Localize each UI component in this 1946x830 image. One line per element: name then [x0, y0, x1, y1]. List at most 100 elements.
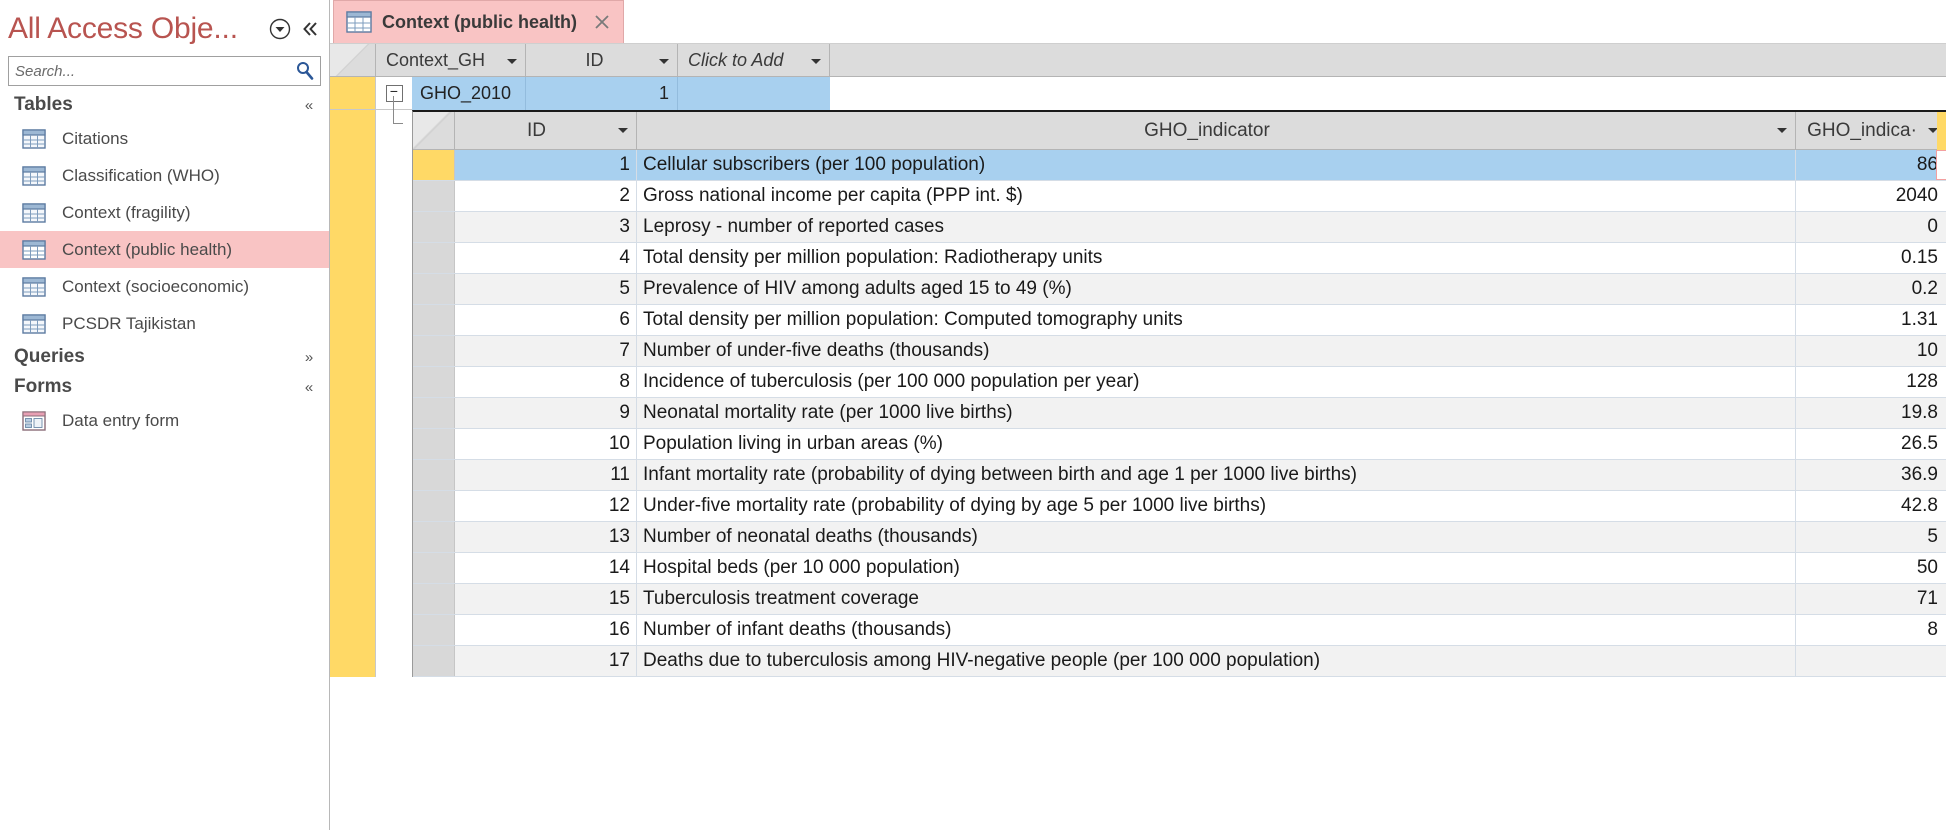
chevron-down-icon[interactable]: [501, 50, 519, 71]
cell-gho-indicator[interactable]: Tuberculosis treatment coverage: [637, 584, 1796, 614]
table-row[interactable]: 15 Tuberculosis treatment coverage 71: [413, 584, 1946, 615]
sidebar-item-classification-who[interactable]: Classification (WHO): [0, 157, 329, 194]
group-header-tables[interactable]: Tables «: [0, 90, 329, 120]
group-header-forms[interactable]: Forms «: [0, 372, 329, 402]
cell-gho-indicator[interactable]: Leprosy - number of reported cases: [637, 212, 1796, 242]
cell-gho-indicator-value[interactable]: 8: [1796, 615, 1946, 645]
cell-id[interactable]: 10: [455, 429, 637, 459]
row-selector[interactable]: [413, 429, 455, 459]
table-row[interactable]: 7 Number of under-five deaths (thousands)…: [413, 336, 1946, 367]
table-row[interactable]: 4 Total density per million population: R…: [413, 243, 1946, 274]
cell-gho-indicator-value[interactable]: 19.8: [1796, 398, 1946, 428]
table-row[interactable]: 2 Gross national income per capita (PPP i…: [413, 181, 1946, 212]
cell-id[interactable]: 16: [455, 615, 637, 645]
cell-gho-indicator-value[interactable]: 0: [1796, 212, 1946, 242]
cell-id[interactable]: 8: [455, 367, 637, 397]
cell-click-to-add[interactable]: [678, 77, 830, 110]
cell-id[interactable]: 5: [455, 274, 637, 304]
row-selector[interactable]: [413, 398, 455, 428]
row-selector[interactable]: [413, 274, 455, 304]
table-row[interactable]: 12 Under-five mortality rate (probability…: [413, 491, 1946, 522]
chevron-down-icon[interactable]: [610, 123, 630, 138]
cell-gho-indicator-value[interactable]: 5: [1796, 522, 1946, 552]
row-selector[interactable]: [330, 77, 376, 110]
collapse-icon[interactable]: −: [385, 84, 403, 102]
cell-gho-indicator[interactable]: Gross national income per capita (PPP in…: [637, 181, 1796, 211]
column-header-id[interactable]: ID: [526, 44, 678, 76]
row-selector[interactable]: [413, 646, 455, 676]
table-row[interactable]: 6 Total density per million population: C…: [413, 305, 1946, 336]
group-header-queries[interactable]: Queries »: [0, 342, 329, 372]
cell-gho-indicator[interactable]: Prevalence of HIV among adults aged 15 t…: [637, 274, 1796, 304]
table-row[interactable]: 8 Incidence of tuberculosis (per 100 000 …: [413, 367, 1946, 398]
cell-gho-indicator-value[interactable]: 0.15: [1796, 243, 1946, 273]
column-header-id[interactable]: ID: [455, 112, 637, 149]
cell-gho-indicator[interactable]: Deaths due to tuberculosis among HIV-neg…: [637, 646, 1796, 676]
search-input[interactable]: [9, 62, 290, 80]
tab-context-public-health[interactable]: Context (public health): [333, 0, 624, 43]
expand-toggle[interactable]: −: [376, 77, 412, 110]
cell-id[interactable]: 3: [455, 212, 637, 242]
select-all-corner[interactable]: [413, 112, 455, 149]
cell-gho-indicator[interactable]: Cellular subscribers (per 100 population…: [637, 150, 1796, 180]
cell-id[interactable]: 2: [455, 181, 637, 211]
chevron-up-icon[interactable]: «: [299, 97, 319, 114]
cell-gho-indicator[interactable]: Total density per million population: Co…: [637, 305, 1796, 335]
sidebar-item-context-public-health[interactable]: Context (public health): [0, 231, 329, 268]
sidebar-item-context-fragility[interactable]: Context (fragility): [0, 194, 329, 231]
cell-gho-indicator[interactable]: Neonatal mortality rate (per 1000 live b…: [637, 398, 1796, 428]
row-selector[interactable]: [413, 584, 455, 614]
cell-id[interactable]: 12: [455, 491, 637, 521]
cell-gho-indicator-value[interactable]: 86: [1796, 150, 1946, 180]
chevron-down-icon[interactable]: [653, 50, 671, 71]
table-row[interactable]: 5 Prevalence of HIV among adults aged 15 …: [413, 274, 1946, 305]
close-icon[interactable]: [591, 11, 613, 33]
double-chevron-left-icon[interactable]: [297, 16, 323, 42]
cell-gho-indicator-value[interactable]: 2040: [1796, 181, 1946, 211]
cell-id[interactable]: 14: [455, 553, 637, 583]
cell-id[interactable]: 1: [526, 77, 678, 110]
column-header-gho-indicator-value[interactable]: GHO_indica·: [1796, 112, 1946, 149]
table-row[interactable]: − GHO_2010 1: [330, 77, 1946, 110]
row-selector[interactable]: [413, 522, 455, 552]
row-selector[interactable]: [413, 491, 455, 521]
column-header-gho-indicator[interactable]: GHO_indicator: [637, 112, 1796, 149]
chevron-down-icon[interactable]: »: [299, 349, 319, 366]
table-row[interactable]: 11 Infant mortality rate (probability of …: [413, 460, 1946, 491]
cell-id[interactable]: 9: [455, 398, 637, 428]
chevron-down-icon[interactable]: [1769, 123, 1789, 138]
row-selector[interactable]: [413, 336, 455, 366]
cell-gho-indicator-value[interactable]: 26.5: [1796, 429, 1946, 459]
cell-gho-indicator-value[interactable]: 71: [1796, 584, 1946, 614]
row-selector[interactable]: [413, 150, 455, 180]
row-selector[interactable]: [413, 305, 455, 335]
cell-gho-indicator-value[interactable]: 50: [1796, 553, 1946, 583]
table-row[interactable]: 9 Neonatal mortality rate (per 1000 live …: [413, 398, 1946, 429]
cell-gho-indicator[interactable]: Under-five mortality rate (probability o…: [637, 491, 1796, 521]
table-row[interactable]: 17 Deaths due to tuberculosis among HIV-n…: [413, 646, 1946, 677]
row-selector[interactable]: [413, 367, 455, 397]
table-row[interactable]: 3 Leprosy - number of reported cases 0: [413, 212, 1946, 243]
row-selector[interactable]: [413, 212, 455, 242]
row-selector[interactable]: [413, 460, 455, 490]
row-selector[interactable]: [413, 181, 455, 211]
chevron-down-icon[interactable]: [805, 50, 823, 71]
table-row[interactable]: 14 Hospital beds (per 10 000 population) 5…: [413, 553, 1946, 584]
chevron-up-icon[interactable]: «: [299, 379, 319, 396]
search-box[interactable]: [8, 56, 321, 86]
table-row[interactable]: 1 Cellular subscribers (per 100 populatio…: [413, 150, 1946, 181]
cell-gho-indicator[interactable]: Hospital beds (per 10 000 population): [637, 553, 1796, 583]
sidebar-item-context-socioeconomic[interactable]: Context (socioeconomic): [0, 268, 329, 305]
search-icon[interactable]: [290, 57, 320, 85]
sidebar-item-citations[interactable]: Citations: [0, 120, 329, 157]
table-row[interactable]: 10 Population living in urban areas (%) 26…: [413, 429, 1946, 460]
cell-id[interactable]: 4: [455, 243, 637, 273]
cell-gho-indicator-value[interactable]: 0.2: [1796, 274, 1946, 304]
sidebar-item-data-entry-form[interactable]: Data entry form: [0, 402, 329, 439]
cell-id[interactable]: 13: [455, 522, 637, 552]
chevron-down-circle-icon[interactable]: [267, 16, 293, 42]
cell-gho-indicator-value[interactable]: 36.9: [1796, 460, 1946, 490]
cell-id[interactable]: 17: [455, 646, 637, 676]
cell-gho-indicator-value[interactable]: 128: [1796, 367, 1946, 397]
cell-gho-indicator[interactable]: Incidence of tuberculosis (per 100 000 p…: [637, 367, 1796, 397]
